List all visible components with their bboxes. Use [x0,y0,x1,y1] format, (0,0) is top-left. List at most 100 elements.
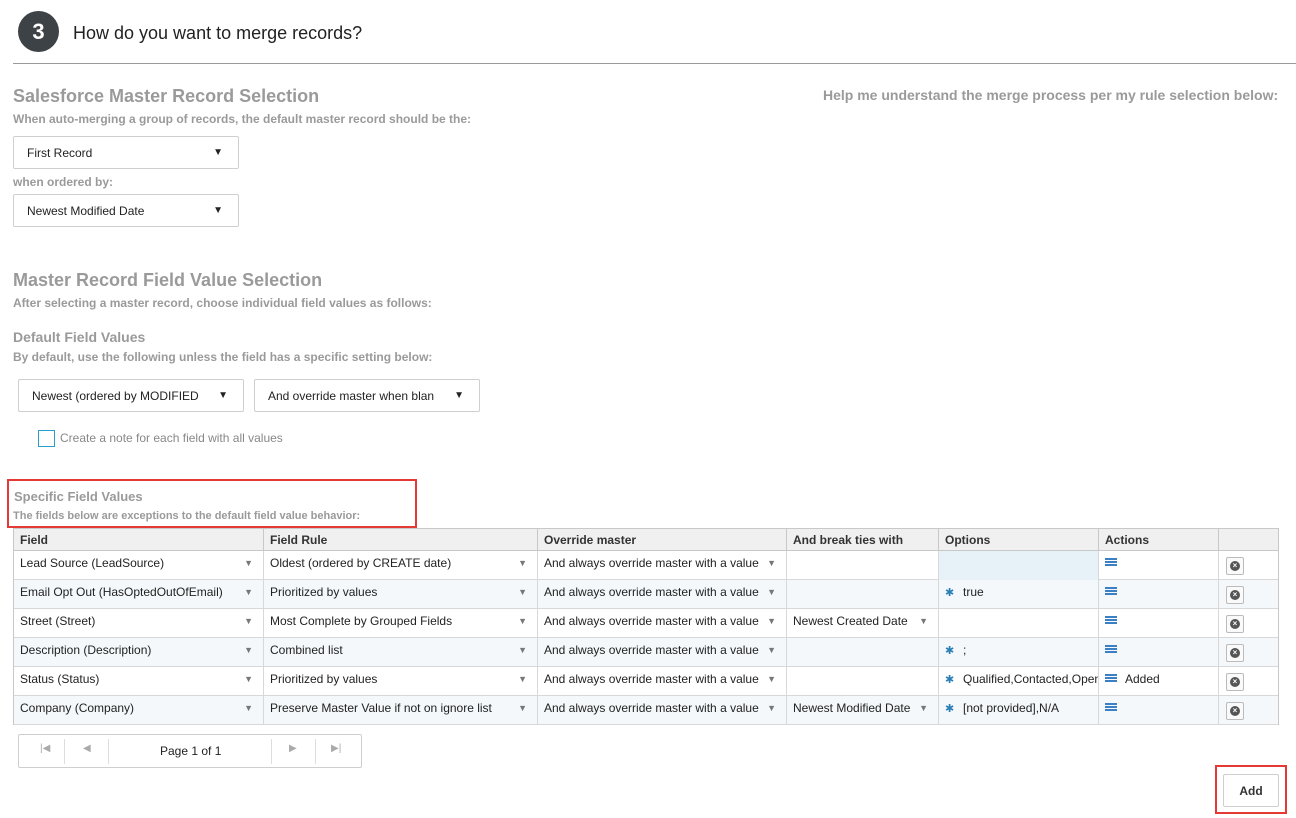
table-header: Field Field Rule Override master And bre… [14,529,1278,551]
tie-cell[interactable] [787,638,939,667]
override-cell-text: And always override master with a value [544,643,759,657]
pager-divider [108,739,109,764]
column-header-actions[interactable]: Actions [1099,529,1219,551]
delete-icon: × [1230,561,1240,571]
chevron-down-icon: ▼ [919,616,928,626]
master-selection-description: When auto-merging a group of records, th… [13,112,472,126]
step-number-badge: 3 [18,11,59,52]
list-icon[interactable] [1105,587,1117,597]
prev-page-icon[interactable]: ◀ [83,743,91,754]
field-value-selection-title: Master Record Field Value Selection [13,270,323,290]
actions-cell-text: Added [1125,672,1160,686]
tie-cell[interactable] [787,667,939,696]
default-value-select[interactable]: Newest (ordered by MODIFIED ▼ [18,379,244,412]
help-text-link[interactable]: Help me understand the merge process per… [823,87,1278,103]
rule-cell[interactable]: Most Complete by Grouped Fields ▼ [264,609,538,638]
field-cell[interactable]: Lead Source (LeadSource) ▼ [14,551,264,580]
chevron-down-icon: ▼ [518,703,527,713]
list-icon[interactable] [1105,645,1117,655]
override-cell[interactable]: And always override master with a value ▼ [538,667,787,696]
column-header-field[interactable]: Field [14,529,264,551]
actions-cell[interactable] [1099,609,1219,638]
column-header-options[interactable]: Options [939,529,1099,551]
delete-row-button[interactable]: × [1226,615,1244,633]
table-row: Email Opt Out (HasOptedOutOfEmail) ▼ Prio… [14,580,1278,609]
last-page-icon[interactable]: ▶| [331,743,341,754]
field-cell[interactable]: Status (Status) ▼ [14,667,264,696]
list-icon[interactable] [1105,703,1117,713]
tie-cell[interactable]: Newest Modified Date ▼ [787,696,939,725]
column-header-field-rule[interactable]: Field Rule [264,529,538,551]
chevron-down-icon: ▼ [244,703,253,713]
actions-cell[interactable]: Added [1099,667,1219,696]
field-cell[interactable]: Description (Description) ▼ [14,638,264,667]
delete-icon: × [1230,706,1240,716]
options-cell[interactable]: ✱ [not provided],N/A [939,696,1099,725]
pagination-bar: |◀ ◀ Page 1 of 1 ▶ ▶| [18,734,362,768]
order-by-select[interactable]: Newest Modified Date ▼ [13,194,239,227]
gear-icon[interactable]: ✱ [945,581,955,599]
rule-cell[interactable]: Prioritized by values ▼ [264,580,538,609]
field-cell[interactable]: Company (Company) ▼ [14,696,264,725]
chevron-down-icon: ▼ [919,703,928,713]
delete-row-button[interactable]: × [1226,644,1244,662]
default-override-select[interactable]: And override master when blan ▼ [254,379,480,412]
options-cell-text: true [963,585,984,599]
options-cell-text: ; [963,643,967,657]
tie-cell[interactable]: Newest Created Date ▼ [787,609,939,638]
specific-field-values-title: Specific Field Values [14,489,143,504]
delete-row-button[interactable]: × [1226,586,1244,604]
actions-cell[interactable] [1099,638,1219,667]
options-cell[interactable] [939,609,1099,638]
rule-cell[interactable]: Preserve Master Value if not on ignore l… [264,696,538,725]
gear-icon[interactable]: ✱ [945,668,955,686]
list-icon[interactable] [1105,558,1117,568]
gear-icon[interactable]: ✱ [945,639,955,657]
override-cell[interactable]: And always override master with a value ▼ [538,580,787,609]
gear-icon[interactable]: ✱ [945,697,955,715]
override-cell[interactable]: And always override master with a value ▼ [538,696,787,725]
tie-cell[interactable] [787,551,939,580]
field-cell[interactable]: Street (Street) ▼ [14,609,264,638]
options-cell[interactable]: ✱; [939,638,1099,667]
chevron-down-icon: ▼ [518,558,527,568]
rule-cell[interactable]: Combined list ▼ [264,638,538,667]
column-header-override-master[interactable]: Override master [538,529,787,551]
table-row: Street (Street) ▼ Most Complete by Groupe… [14,609,1278,638]
override-cell[interactable]: And always override master with a value ▼ [538,638,787,667]
chevron-down-icon: ▼ [518,587,527,597]
tie-cell[interactable] [787,580,939,609]
master-record-select[interactable]: First Record ▼ [13,136,239,169]
rule-cell[interactable]: Prioritized by values ▼ [264,667,538,696]
rule-cell[interactable]: Oldest (ordered by CREATE date) ▼ [264,551,538,580]
list-icon[interactable] [1105,616,1117,626]
actions-cell[interactable] [1099,580,1219,609]
list-icon[interactable] [1105,674,1117,684]
delete-cell: × [1219,696,1279,725]
rule-cell-text: Prioritized by values [270,585,378,599]
field-cell-text: Lead Source (LeadSource) [20,556,165,570]
actions-cell[interactable] [1099,696,1219,725]
chevron-down-icon: ▼ [213,147,223,158]
chevron-down-icon: ▼ [767,645,776,655]
actions-cell[interactable] [1099,551,1219,580]
delete-row-button[interactable]: × [1226,702,1244,720]
override-cell[interactable]: And always override master with a value ▼ [538,551,787,580]
delete-cell: × [1219,638,1279,667]
delete-row-button[interactable]: × [1226,557,1244,575]
pager-divider [64,739,65,764]
options-cell[interactable]: ✱ Qualified,Contacted,Open [939,667,1099,696]
rule-cell-text: Oldest (ordered by CREATE date) [270,556,452,570]
options-cell[interactable]: ✱ true [939,580,1099,609]
delete-icon: × [1230,619,1240,629]
column-header-break-ties[interactable]: And break ties with [787,529,939,551]
first-page-icon[interactable]: |◀ [40,743,50,754]
options-cell[interactable] [939,551,1099,580]
next-page-icon[interactable]: ▶ [289,743,297,754]
override-cell[interactable]: And always override master with a value ▼ [538,609,787,638]
field-cell-text: Email Opt Out (HasOptedOutOfEmail) [20,585,223,599]
field-cell[interactable]: Email Opt Out (HasOptedOutOfEmail) ▼ [14,580,264,609]
delete-row-button[interactable]: × [1226,673,1244,691]
create-note-checkbox[interactable] [38,430,55,447]
add-button[interactable]: Add [1223,774,1279,807]
